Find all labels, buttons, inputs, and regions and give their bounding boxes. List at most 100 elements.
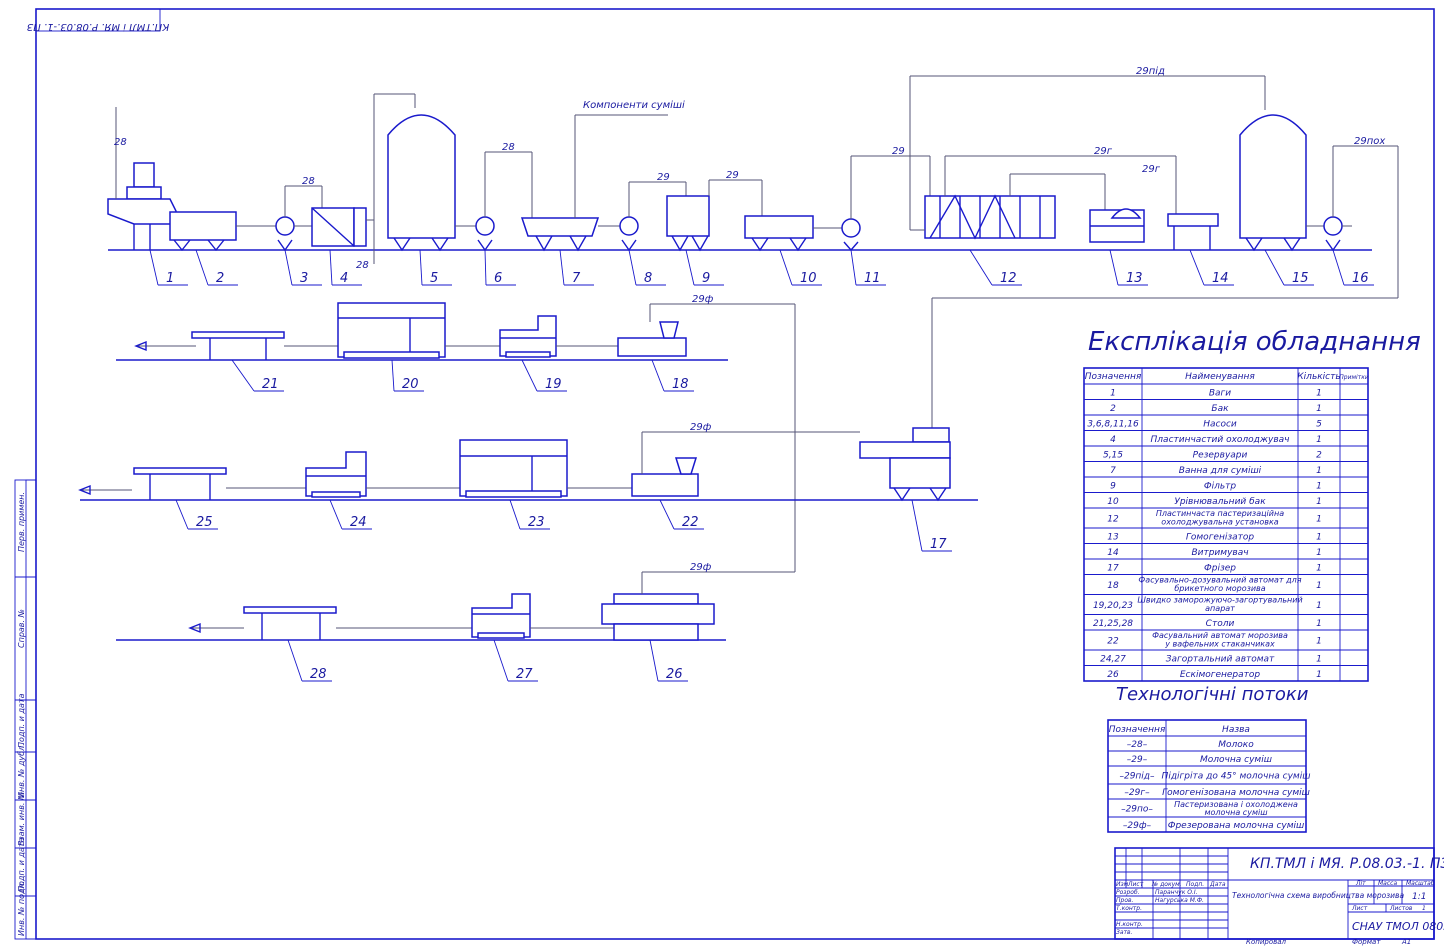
equipment-number-25: 25 bbox=[196, 515, 213, 530]
explication-cell: 2 bbox=[1316, 450, 1322, 460]
flows-cell: –29ф– bbox=[1123, 821, 1152, 831]
flow-label-29f-22: 29ф bbox=[690, 422, 712, 433]
flow-label-28-pump3: 28 bbox=[302, 176, 315, 187]
title-col-list: Лист bbox=[1127, 881, 1144, 888]
explication-cell: 1 bbox=[1316, 532, 1322, 542]
title-row-tkontr: Т.контр. bbox=[1116, 905, 1142, 912]
equipment-number-17: 17 bbox=[930, 537, 947, 552]
leader-line bbox=[149, 249, 159, 286]
equipment-25-table bbox=[133, 467, 227, 500]
leader-line bbox=[521, 359, 538, 392]
drawing-sheet: КП.ТМЛ і МЯ. Р.08.03.-1. ПЗ Перв. примен… bbox=[0, 0, 1444, 946]
flows-cell: –29г– bbox=[1124, 788, 1150, 798]
flow-label-29f-18: 29ф bbox=[692, 294, 714, 305]
explication-cell: Пластинчаста пастеризаційна охолоджувальн… bbox=[1156, 509, 1284, 527]
explication-cell: Урівнювальний бак bbox=[1174, 497, 1266, 507]
explication-cell: Бак bbox=[1211, 404, 1229, 414]
explication-cell: 1 bbox=[1316, 481, 1322, 491]
leader-line bbox=[329, 249, 333, 286]
explication-cell: 7 bbox=[1110, 466, 1116, 476]
explication-cell: 1 bbox=[1316, 515, 1322, 525]
leader-line bbox=[651, 359, 665, 392]
leader-line bbox=[284, 249, 293, 286]
flows-cell: Фрезерована молочна суміш bbox=[1168, 821, 1305, 831]
equipment-13-homogenizer bbox=[1089, 208, 1145, 243]
flow-label-29g-a: 29г bbox=[1094, 146, 1113, 157]
explication-title: Експлікація обладнання bbox=[1088, 327, 1421, 357]
equipment-number-23: 23 bbox=[528, 515, 545, 530]
explication-header-cell: Найменування bbox=[1185, 372, 1255, 382]
explication-cell: 13 bbox=[1107, 532, 1119, 542]
leader-line bbox=[659, 499, 675, 530]
explication-cell: Ванна для суміші bbox=[1179, 466, 1262, 476]
equipment-number-4: 4 bbox=[340, 271, 348, 286]
equipment-number-16: 16 bbox=[1352, 271, 1369, 286]
explication-cell: Ваги bbox=[1209, 388, 1231, 398]
explication-cell: Фільтр bbox=[1204, 481, 1237, 491]
leader-line bbox=[850, 249, 857, 286]
equipment-15-reservoir bbox=[1239, 114, 1307, 252]
flows-cell: –29– bbox=[1127, 755, 1148, 765]
flow-label-29pox: 29пох bbox=[1354, 136, 1385, 147]
flow-label-components: Компоненти суміші bbox=[583, 99, 685, 111]
title-format-value: А1 bbox=[1401, 938, 1411, 946]
equipment-number-26: 26 bbox=[666, 667, 683, 682]
explication-cell: 21,25,28 bbox=[1093, 619, 1133, 629]
flow-label-29-filter: 29 bbox=[726, 170, 739, 181]
equipment-11-pump bbox=[841, 155, 931, 252]
title-row-utv: Затв. bbox=[1116, 929, 1133, 936]
explication-cell: 1 bbox=[1316, 435, 1322, 445]
explication-cell: Столи bbox=[1206, 619, 1235, 629]
equipment-23-freezer bbox=[459, 439, 568, 498]
leader-line bbox=[649, 639, 659, 682]
explication-cell: 5 bbox=[1316, 419, 1322, 429]
equipment-number-19: 19 bbox=[545, 377, 562, 392]
leader-line bbox=[175, 499, 189, 530]
equipment-16-pump bbox=[931, 145, 1399, 430]
equipment-1-scales bbox=[107, 107, 177, 250]
explication-cell: 19,20,23 bbox=[1093, 601, 1133, 611]
flow-label-29-pump8: 29 bbox=[657, 172, 670, 183]
equipment-20-freezer bbox=[337, 302, 446, 359]
title-sheets-value: 1 bbox=[1422, 905, 1426, 912]
leader-line bbox=[779, 249, 793, 286]
equipment-19-wrapping bbox=[499, 315, 557, 358]
equipment-number-27: 27 bbox=[516, 667, 533, 682]
flow-label-29pid: 29під bbox=[1136, 65, 1165, 77]
explication-cell: Швидко заморожуючо-загортувальний апарат bbox=[1137, 596, 1302, 614]
title-row-nkontr: Н.контр. bbox=[1116, 921, 1143, 928]
explication-cell: 1 bbox=[1316, 670, 1322, 680]
title-razrab-name: Паранчук О.І. bbox=[1155, 889, 1198, 896]
explication-header-cell: Позначення bbox=[1085, 372, 1142, 382]
equipment-6-pump bbox=[475, 151, 533, 252]
equipment-number-9: 9 bbox=[702, 271, 710, 286]
equipment-10-balance-tank bbox=[744, 215, 814, 252]
title-block: КП.ТМЛ і МЯ. Р.08.03.-1. ПЗ Технологічна… bbox=[1114, 847, 1444, 940]
equipment-number-15: 15 bbox=[1292, 271, 1309, 286]
equipment-number-18: 18 bbox=[672, 377, 689, 392]
explication-cell: 1 bbox=[1316, 637, 1322, 647]
equipment-18-filling bbox=[617, 303, 796, 572]
flow-label-29-pump11: 29 bbox=[892, 146, 905, 157]
flow-label-29g-b: 29г bbox=[1142, 164, 1161, 175]
title-scale-value: 1:1 bbox=[1412, 892, 1426, 902]
explication-cell: 17 bbox=[1107, 563, 1119, 573]
leader-line bbox=[391, 359, 395, 392]
flows-cell: –29під– bbox=[1119, 772, 1155, 782]
explication-cell: 1 bbox=[1110, 388, 1116, 398]
title-format: Формат bbox=[1352, 938, 1381, 946]
title-row-prov: Пров. bbox=[1116, 897, 1134, 904]
equipment-number-22: 22 bbox=[682, 515, 699, 530]
explication-cell: 2 bbox=[1110, 404, 1116, 414]
side-stamp-1: Перв. примен. bbox=[17, 492, 26, 552]
explication-cell: 1 bbox=[1316, 601, 1322, 611]
explication-cell: 10 bbox=[1107, 497, 1119, 507]
equipment-number-14: 14 bbox=[1212, 271, 1229, 286]
flows-cell: –29по– bbox=[1121, 805, 1153, 815]
equipment-number-12: 12 bbox=[1000, 271, 1017, 286]
explication-cell: 22 bbox=[1107, 637, 1119, 647]
leader-line bbox=[911, 499, 923, 552]
flows-title: Технологічні потоки bbox=[1116, 684, 1309, 705]
equipment-28-table bbox=[243, 606, 337, 640]
flows-cell: Пастеризована і охолоджена молочна суміш bbox=[1174, 800, 1298, 817]
